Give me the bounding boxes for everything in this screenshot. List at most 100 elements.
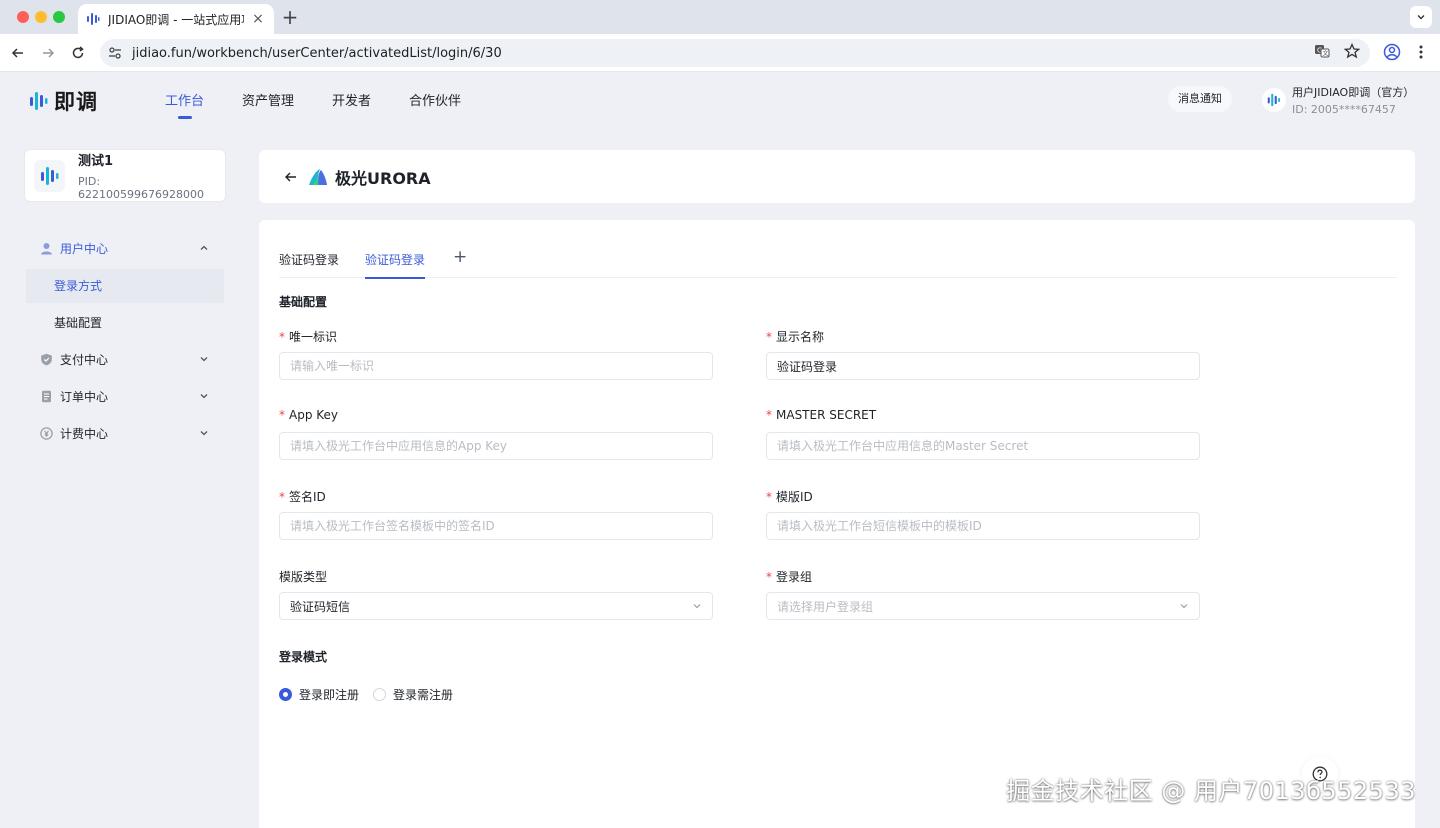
required-mark: *	[279, 330, 285, 344]
sign-id-input[interactable]	[279, 512, 713, 540]
chevron-down-icon	[198, 353, 210, 365]
login-mode-radio-group: 登录即注册 登录需注册	[279, 686, 467, 703]
site-settings-icon[interactable]	[108, 46, 122, 60]
select-placeholder: 请选择用户登录组	[777, 599, 874, 614]
sidebar-item-login-methods[interactable]: 登录方式	[26, 269, 224, 303]
sidebar-group-user-center[interactable]: 用户中心	[24, 232, 226, 264]
notifications-button[interactable]: 消息通知	[1168, 86, 1232, 112]
nav-assets[interactable]: 资产管理	[242, 90, 294, 119]
document-icon	[39, 389, 53, 403]
unique-id-input[interactable]	[279, 352, 713, 380]
avatar	[1262, 88, 1286, 112]
window-minimize-button[interactable]	[35, 11, 47, 23]
field-label: 模版类型	[279, 570, 328, 584]
logo-bars-icon	[40, 166, 59, 185]
required-mark: *	[766, 408, 772, 422]
sidebar-group-label: 订单中心	[60, 389, 109, 404]
browser-tab-title: JIDIAO即调 - 一站式应用项目全	[108, 12, 244, 27]
project-card[interactable]: 测试1 PID: 622100599676928000	[24, 149, 226, 202]
chevron-up-icon	[198, 242, 210, 254]
field-label: * 模版ID	[766, 490, 813, 504]
sidebar-group-order-center[interactable]: 订单中心	[24, 380, 226, 412]
logo-bars-icon	[30, 92, 48, 110]
tab-sms-login-1[interactable]: 验证码登录	[279, 248, 339, 278]
more-vertical-icon	[1419, 45, 1423, 59]
nav-workbench[interactable]: 工作台	[165, 90, 204, 119]
field-master-secret: * MASTER SECRET	[766, 408, 1200, 460]
shield-icon	[39, 352, 53, 366]
nav-partners[interactable]: 合作伙伴	[409, 90, 461, 119]
window-close-button[interactable]	[17, 11, 29, 23]
aurora-logo-icon	[309, 168, 327, 185]
section-title-basic: 基础配置	[279, 295, 328, 309]
svg-text:文: 文	[1323, 50, 1329, 58]
app-page: 即调 工作台 资产管理 开发者 合作伙伴 消息通知 用户JIDIAO即调（官方）…	[0, 72, 1440, 828]
user-icon	[39, 241, 53, 255]
address-bar[interactable]: jidiao.fun/workbench/userCenter/activate…	[100, 39, 1370, 67]
sidebar-group-label: 计费中心	[60, 426, 109, 441]
field-label: * 签名ID	[279, 490, 326, 504]
nav-developer[interactable]: 开发者	[332, 90, 371, 119]
reload-button[interactable]	[68, 43, 88, 63]
radio-login-require-register[interactable]: 登录需注册	[373, 686, 453, 703]
forward-button[interactable]	[38, 43, 58, 63]
browser-tab-bar: JIDIAO即调 - 一站式应用项目全 × +	[0, 0, 1440, 34]
sidebar-group-billing-center[interactable]: 计费中心	[24, 417, 226, 449]
sidebar-group-label: 支付中心	[60, 352, 109, 367]
page-title: 极光URORA	[335, 168, 431, 188]
required-mark: *	[279, 408, 285, 422]
currency-icon	[39, 426, 53, 440]
user-name: 用户JIDIAO即调（官方）	[1292, 86, 1415, 99]
select-value: 验证码短信	[290, 599, 351, 614]
project-pid: PID: 622100599676928000	[78, 175, 205, 201]
field-app-key: * App Key	[279, 408, 713, 460]
field-login-group: * 登录组 请选择用户登录组	[766, 568, 1200, 620]
url-text: jidiao.fun/workbench/userCenter/activate…	[132, 45, 502, 61]
sidebar-group-payment-center[interactable]: 支付中心	[24, 343, 226, 375]
window-maximize-button[interactable]	[53, 11, 65, 23]
login-group-select[interactable]: 请选择用户登录组	[766, 592, 1200, 620]
arrow-right-icon	[43, 48, 55, 58]
browser-tab[interactable]: JIDIAO即调 - 一站式应用项目全 ×	[78, 4, 274, 34]
field-template-id: * 模版ID	[766, 488, 1200, 540]
radio-login-auto-register[interactable]: 登录即注册	[279, 686, 359, 703]
profile-button[interactable]	[1383, 43, 1401, 65]
add-tab-button[interactable]: +	[453, 248, 467, 277]
translate-icon[interactable]: G文	[1314, 43, 1330, 59]
master-secret-input[interactable]	[766, 432, 1200, 460]
watermark: 掘金技术社区 @ 用户7013б552533	[1006, 777, 1416, 805]
app-logo[interactable]: 即调	[30, 86, 98, 116]
close-icon[interactable]: ×	[250, 11, 266, 27]
tab-search-button[interactable]	[1410, 6, 1432, 28]
project-logo	[34, 159, 66, 192]
login-method-tabs: 验证码登录 验证码登录 +	[279, 248, 1397, 279]
project-name: 测试1	[78, 154, 114, 169]
chevron-down-icon	[1417, 15, 1425, 20]
field-unique-id: * 唯一标识	[279, 328, 713, 380]
logo-bars-icon	[1267, 93, 1280, 107]
template-id-input[interactable]	[766, 512, 1200, 540]
display-name-input[interactable]	[766, 352, 1200, 380]
chevron-down-icon	[693, 604, 701, 609]
bookmark-star-icon[interactable]	[1344, 43, 1360, 59]
required-mark: *	[766, 570, 772, 584]
required-mark: *	[766, 330, 772, 344]
radio-checked-icon	[279, 688, 292, 701]
field-template-type: 模版类型 验证码短信	[279, 568, 713, 620]
app-key-input[interactable]	[279, 432, 713, 460]
field-label: * 唯一标识	[279, 330, 338, 344]
account-circle-icon	[1383, 43, 1401, 61]
back-button[interactable]	[8, 43, 28, 63]
tab-sms-login-2[interactable]: 验证码登录	[365, 248, 426, 279]
sidebar-menu: 用户中心 登录方式 基础配置 支付中心 订单中心 计费中心	[24, 232, 226, 454]
user-profile[interactable]: 用户JIDIAO即调（官方） ID: 2005****67457	[1262, 84, 1414, 116]
arrow-left-icon	[285, 172, 296, 181]
radio-unchecked-icon	[373, 688, 387, 701]
browser-menu-button[interactable]	[1414, 43, 1428, 65]
new-tab-button[interactable]: +	[280, 6, 300, 28]
back-button[interactable]	[283, 169, 299, 185]
sidebar-item-basic-config[interactable]: 基础配置	[24, 306, 226, 340]
template-type-select[interactable]: 验证码短信	[279, 592, 713, 620]
page-title-card: 极光URORA	[259, 150, 1415, 203]
login-config-form: 验证码登录 验证码登录 + 基础配置 *唯一标识 *显示名称 *App Key …	[259, 220, 1415, 828]
